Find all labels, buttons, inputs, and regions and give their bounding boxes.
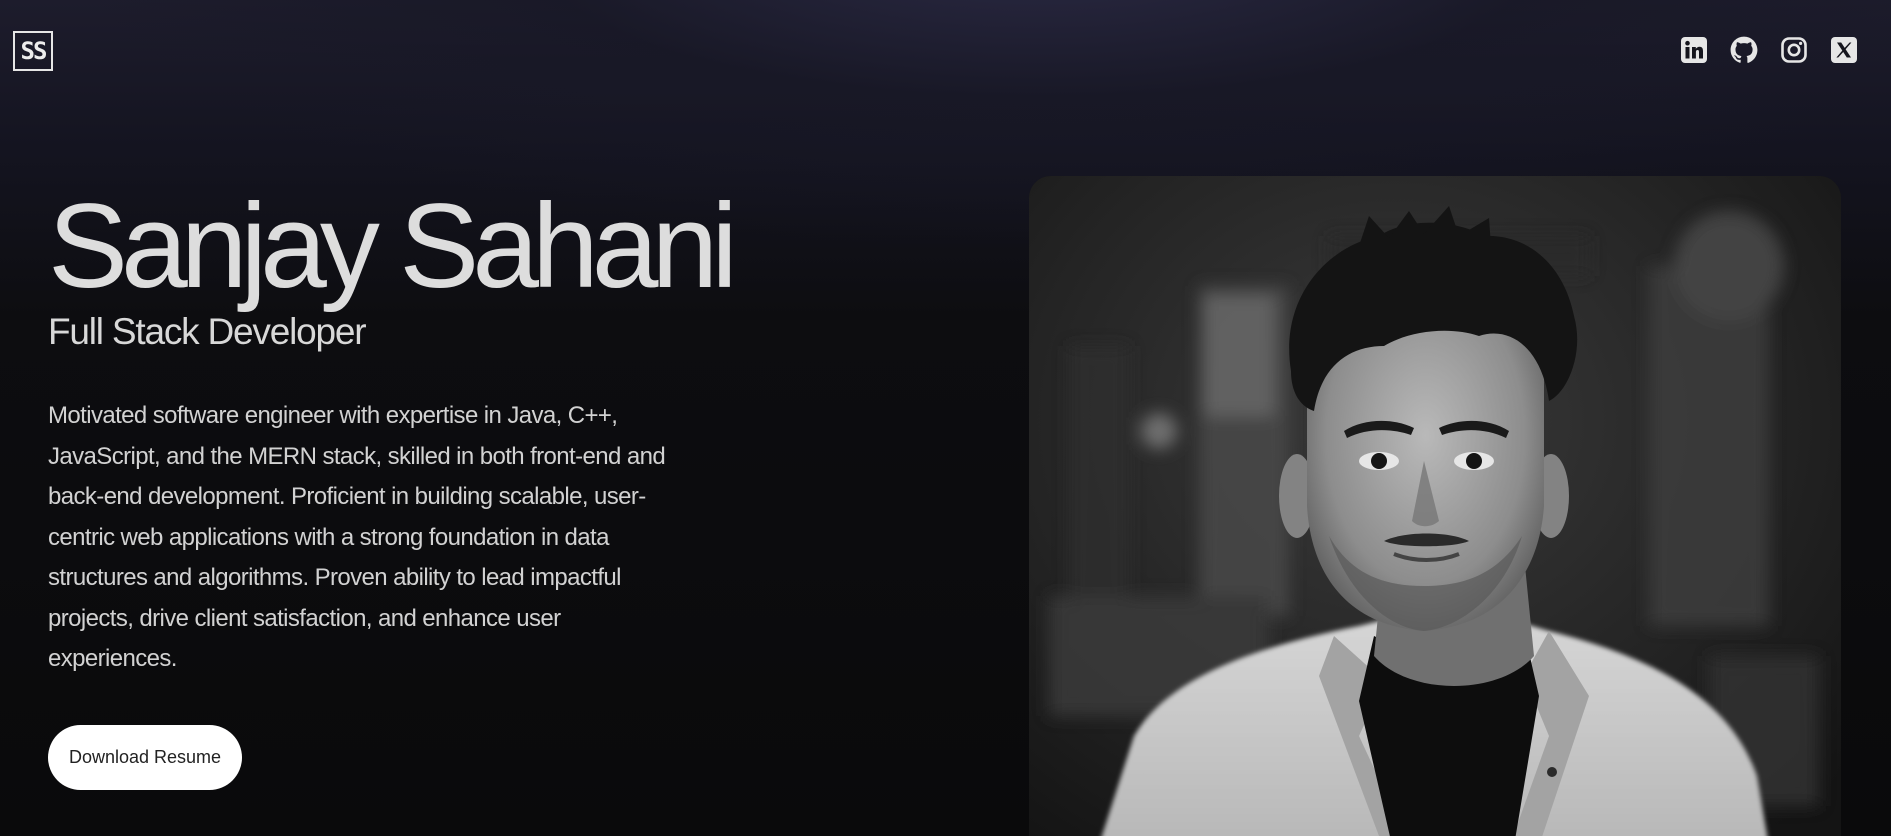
logo[interactable]: SS: [13, 31, 53, 71]
download-resume-button[interactable]: Download Resume: [48, 725, 242, 790]
hero-role: Full Stack Developer: [48, 311, 367, 352]
hero-bio: Motivated software engineer with experti…: [48, 402, 666, 672]
instagram-icon: [1781, 37, 1807, 63]
instagram-link[interactable]: [1780, 36, 1808, 64]
hero-name: Sanjay Sahani: [48, 179, 738, 313]
logo-text: SS: [20, 37, 48, 65]
linkedin-link[interactable]: [1680, 36, 1708, 64]
social-links: [1680, 36, 1858, 64]
github-icon: [1730, 36, 1758, 63]
x-link[interactable]: [1830, 36, 1858, 64]
profile-photo: [1029, 176, 1841, 836]
portfolio-page: SS Sanjay Sahani Full Stack Developer Mo…: [0, 0, 1891, 836]
linkedin-icon: [1681, 37, 1707, 63]
github-link[interactable]: [1730, 36, 1758, 64]
x-icon: [1831, 37, 1857, 63]
portrait-image: [1029, 176, 1841, 836]
hero-section: Sanjay Sahani Full Stack Developer Motiv…: [48, 179, 738, 680]
